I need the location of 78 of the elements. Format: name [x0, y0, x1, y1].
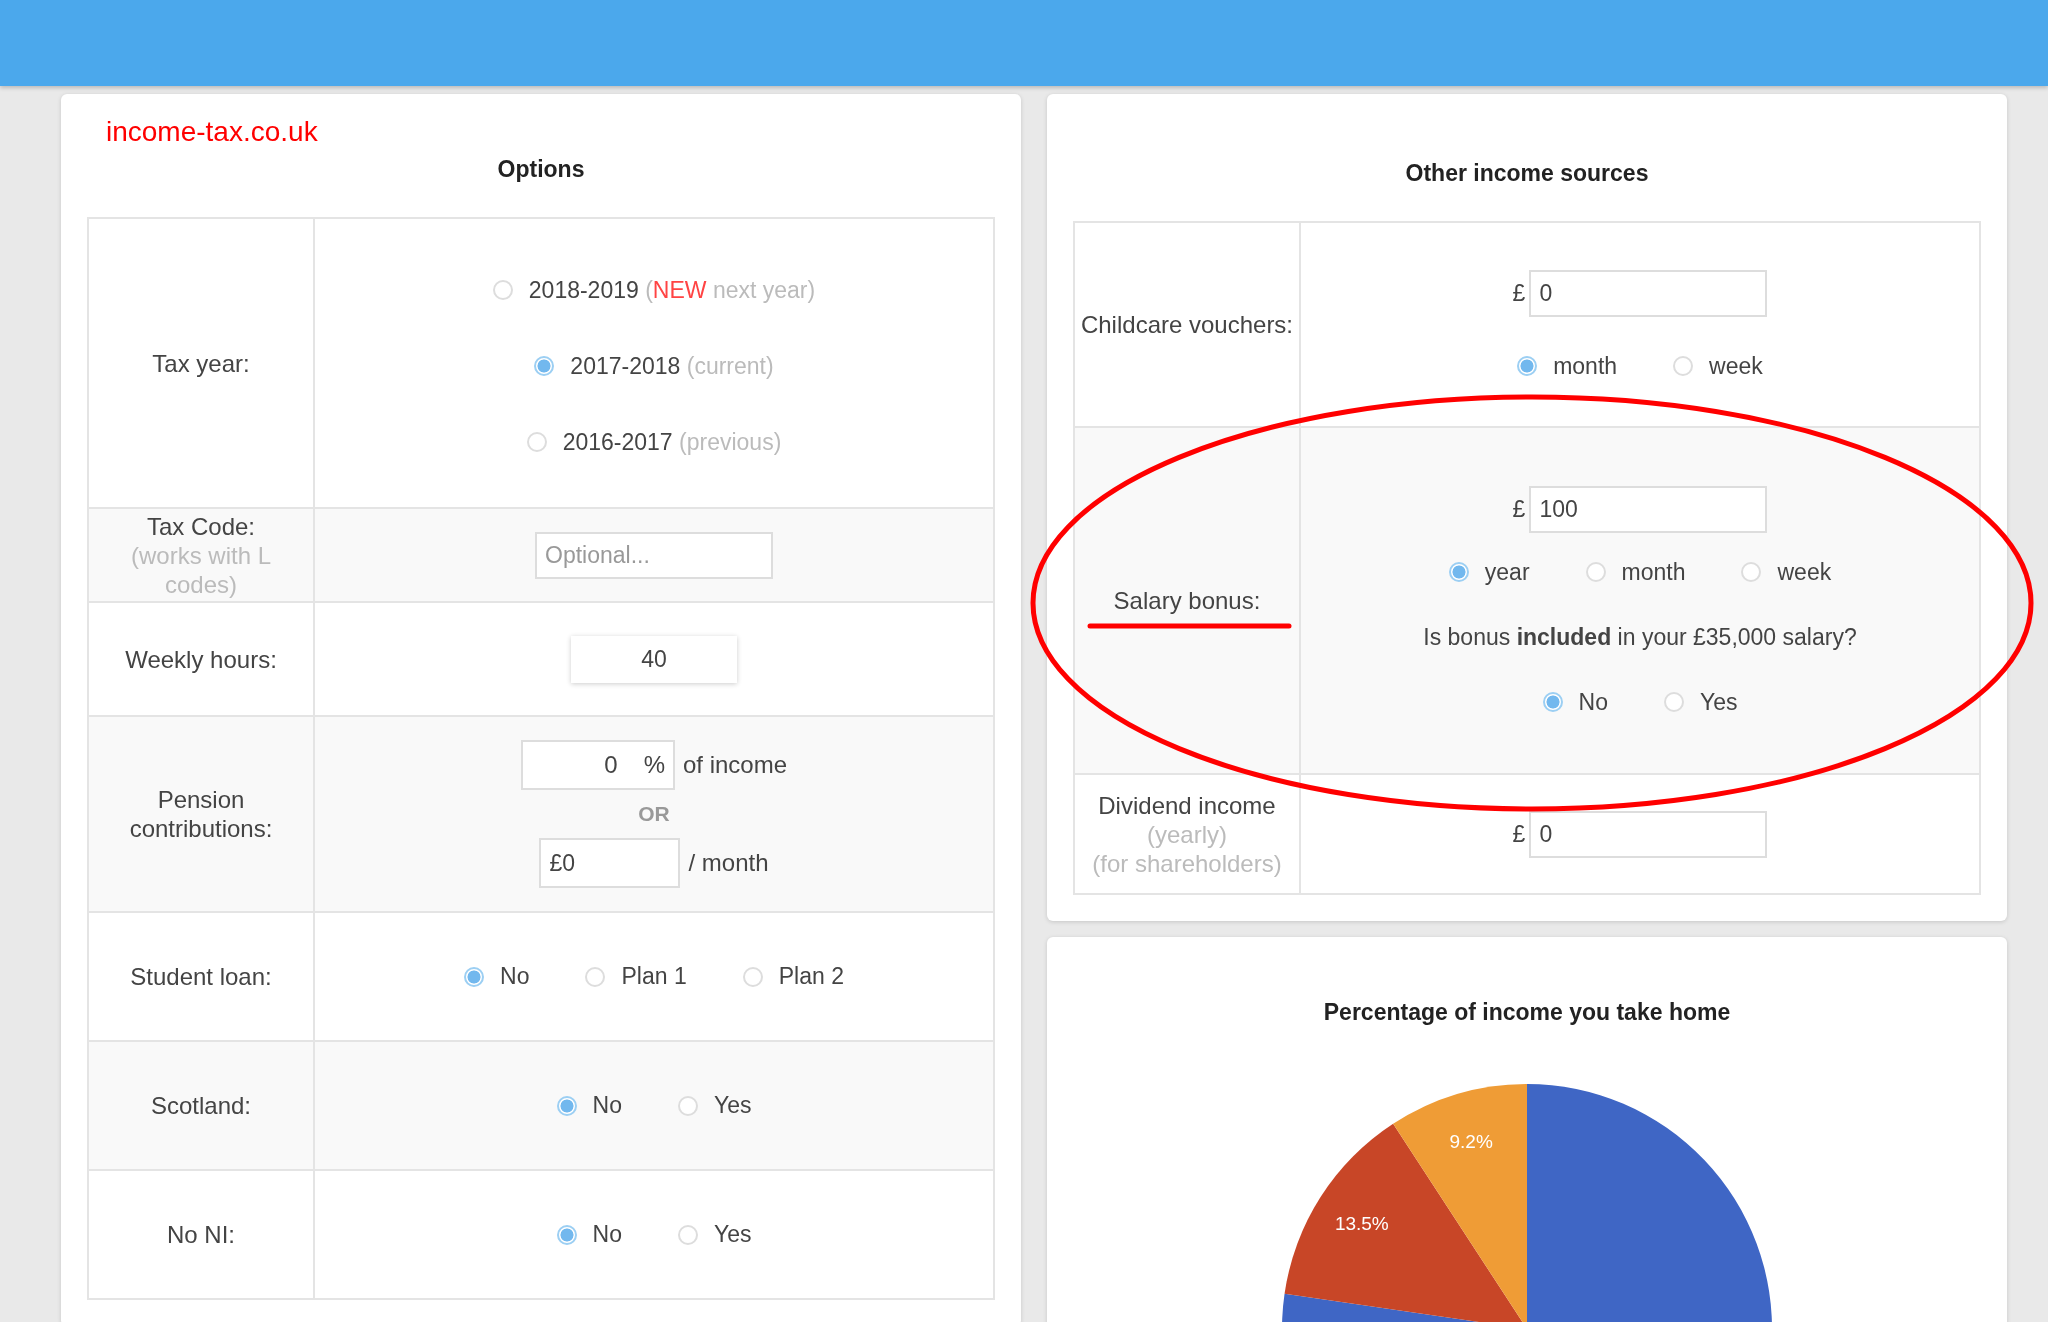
suffix-text: of income	[682, 751, 788, 779]
option-label: Plan 2	[778, 963, 844, 990]
radio-button[interactable]	[1673, 356, 1694, 376]
radio-option[interactable]: No	[556, 1221, 622, 1248]
radio-button[interactable]	[556, 1224, 577, 1245]
option-label: No	[592, 1092, 622, 1119]
row-hint: (works with L codes)	[130, 540, 272, 599]
radio-option[interactable]: year	[1448, 558, 1530, 586]
option-label: month	[1621, 558, 1686, 586]
radio-option[interactable]: No	[556, 1092, 622, 1119]
section-title: Other income sources	[1404, 160, 1650, 187]
currency-symbol: £	[1512, 820, 1526, 848]
bonus-question: Is bonus included in your £35,000 salary?	[1423, 623, 1857, 651]
radio-option[interactable]: month	[1585, 558, 1686, 586]
row-label: No NI:	[166, 1220, 236, 1249]
suffix-text: / month	[688, 849, 769, 877]
row-label: Salary bonus:	[1112, 586, 1262, 615]
amount-field[interactable]: 100	[1529, 485, 1768, 533]
option-label: No	[1578, 688, 1608, 716]
radio-button[interactable]	[742, 966, 763, 987]
row-hint: (for shareholders)	[1091, 848, 1283, 878]
radio-button[interactable]	[464, 966, 485, 987]
row-label: Scotland:	[149, 1091, 253, 1120]
hours-field[interactable]: 40	[571, 635, 737, 683]
currency-symbol: £	[1512, 495, 1526, 523]
amount-field[interactable]: 0	[1529, 269, 1768, 317]
currency-symbol: £	[1512, 279, 1526, 307]
row-label: Childcare vouchers:	[1079, 310, 1295, 339]
row-label: Student loan:	[129, 962, 273, 991]
radio-button[interactable]	[1741, 562, 1762, 582]
tax-code-field[interactable]: Optional...	[535, 531, 773, 579]
radio-button[interactable]	[1585, 562, 1606, 582]
option-label: Yes	[713, 1221, 752, 1248]
radio-option[interactable]: No	[1542, 688, 1608, 716]
radio-option[interactable]: week	[1741, 558, 1832, 586]
radio-button[interactable]	[677, 1095, 698, 1116]
section-title: Options	[496, 156, 586, 183]
radio-option[interactable]: week	[1673, 352, 1763, 380]
row-label: Weekly hours:	[124, 644, 278, 674]
amount-field[interactable]: £0	[539, 838, 681, 888]
radio-button[interactable]	[492, 280, 513, 300]
option-label: No	[500, 963, 530, 990]
radio-button[interactable]	[1517, 356, 1538, 376]
chart-title: Percentage of income you take home	[1322, 999, 1732, 1026]
radio-option[interactable]: Yes	[677, 1092, 752, 1119]
radio-option[interactable]: Yes	[1663, 688, 1738, 716]
radio-button[interactable]	[585, 966, 606, 987]
option-label: week	[1709, 352, 1763, 380]
radio-option[interactable]: Plan 1	[585, 963, 687, 990]
row-label: Dividend income	[1097, 790, 1277, 820]
option-label: Yes	[1699, 688, 1738, 716]
slice-label: 9.2%	[1449, 1131, 1493, 1153]
radio-button[interactable]	[534, 356, 555, 376]
row-label: Tax Code:	[145, 511, 257, 541]
radio-button[interactable]	[526, 432, 547, 452]
option-label: Yes	[713, 1092, 752, 1119]
radio-button[interactable]	[1542, 692, 1563, 712]
radio-option[interactable]: No	[464, 963, 530, 990]
row-label: Tax year:	[151, 348, 251, 378]
site-title[interactable]: income-tax.co.uk	[106, 116, 318, 148]
option-label: year	[1484, 558, 1530, 586]
radio-button[interactable]	[677, 1224, 698, 1245]
or-separator: OR	[638, 802, 670, 826]
amount-field[interactable]: 0	[1529, 810, 1768, 858]
option-label: month	[1553, 352, 1618, 380]
radio-button[interactable]	[556, 1095, 577, 1116]
percent-field[interactable]: 0 %	[520, 740, 675, 790]
radio-button[interactable]	[1448, 562, 1469, 582]
radio-option[interactable]: Yes	[677, 1221, 752, 1248]
row-label: Pension contributions:	[128, 785, 274, 843]
radio-option[interactable]: month	[1517, 352, 1618, 380]
row-hint: (yearly)	[1146, 819, 1228, 849]
radio-option[interactable]: Plan 2	[742, 963, 844, 990]
slice-label: 13.5%	[1334, 1213, 1389, 1235]
option-label: No	[592, 1221, 622, 1248]
option-label: Plan 1	[621, 963, 687, 990]
option-label: week	[1777, 558, 1832, 586]
radio-button[interactable]	[1663, 692, 1684, 712]
